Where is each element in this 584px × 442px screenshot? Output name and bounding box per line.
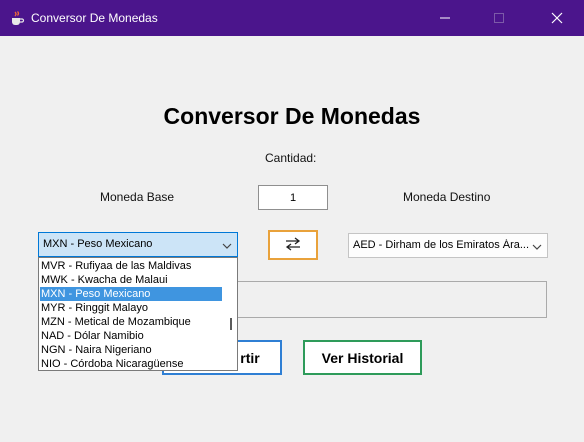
list-item[interactable]: NGN - Naira Nigeriano xyxy=(40,343,222,357)
title-bar: Conversor De Monedas xyxy=(0,0,584,36)
result-display xyxy=(232,281,547,318)
base-currency-dropdown-list[interactable]: MVR - Rufiyaa de las Maldivas MWK - Kwac… xyxy=(38,257,238,371)
minimize-icon xyxy=(440,13,450,23)
list-item[interactable]: MZN - Metical de Mozambique xyxy=(40,315,222,329)
destination-currency-value: AED - Dirham de los Emiratos Ára... xyxy=(353,239,530,251)
close-button[interactable] xyxy=(534,0,580,36)
list-item[interactable]: MVR - Rufiyaa de las Maldivas xyxy=(40,259,222,273)
base-currency-value: MXN - Peso Mexicano xyxy=(43,238,153,250)
maximize-icon xyxy=(494,13,504,23)
base-currency-select[interactable]: MXN - Peso Mexicano xyxy=(38,232,238,257)
list-item[interactable]: MYR - Ringgit Malayo xyxy=(40,301,222,315)
list-item-selected[interactable]: MXN - Peso Mexicano xyxy=(40,287,222,301)
close-icon xyxy=(551,12,563,24)
list-item[interactable]: NAD - Dólar Namibio xyxy=(40,329,222,343)
list-item[interactable]: NIO - Córdoba Nicaragüense xyxy=(40,357,222,370)
amount-input[interactable] xyxy=(258,185,328,210)
view-history-label: Ver Historial xyxy=(321,349,404,366)
chevron-down-icon xyxy=(222,241,232,253)
maximize-button[interactable] xyxy=(476,0,522,36)
base-currency-label: Moneda Base xyxy=(100,190,175,204)
swap-button[interactable] xyxy=(268,230,318,260)
java-cup-icon xyxy=(9,10,25,26)
page-title: Conversor De Monedas xyxy=(163,103,421,129)
window-title: Conversor De Monedas xyxy=(31,11,158,25)
amount-label: Cantidad: xyxy=(265,151,317,165)
chevron-down-icon xyxy=(532,242,542,254)
minimize-button[interactable] xyxy=(422,0,468,36)
list-item[interactable]: MWK - Kwacha de Malaui xyxy=(40,273,222,287)
destination-currency-select[interactable]: AED - Dirham de los Emiratos Ára... xyxy=(348,233,548,258)
dropdown-scrollbar[interactable] xyxy=(230,318,232,330)
view-history-button[interactable]: Ver Historial xyxy=(303,340,422,375)
destination-currency-label: Moneda Destino xyxy=(403,190,491,204)
swap-arrows-icon xyxy=(285,236,301,254)
